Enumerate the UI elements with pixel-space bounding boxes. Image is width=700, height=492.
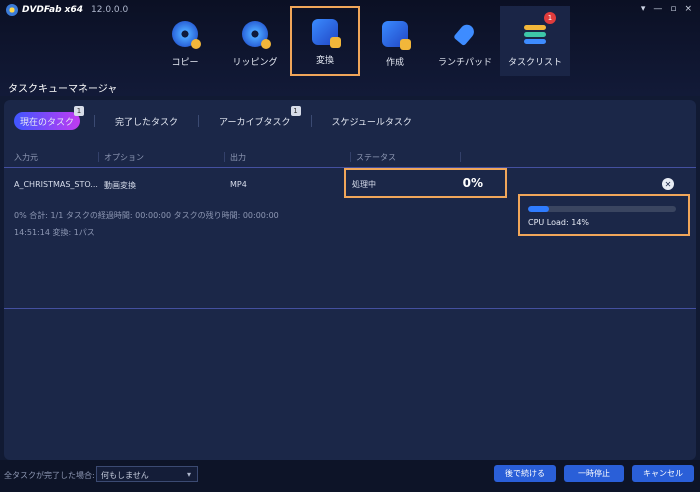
status-percent: 0% bbox=[462, 176, 483, 190]
nav-copy[interactable]: コピー bbox=[150, 6, 220, 76]
tab-archived-tasks[interactable]: アーカイブタスク 1 bbox=[213, 106, 301, 130]
task-log: 14:51:14 変換: 1パス bbox=[14, 228, 95, 237]
tab-scheduled-tasks[interactable]: スケジュールタスク bbox=[326, 112, 418, 130]
nav-convert-label: 変換 bbox=[315, 56, 334, 66]
tab-archived-label: アーカイブタスク bbox=[219, 117, 291, 128]
main-nav: コピー リッピング 変換 作成 ランチパッド 1 タスクリスト bbox=[150, 6, 570, 76]
chevron-down-icon: ▾ bbox=[186, 470, 191, 479]
tasklist-icon bbox=[522, 21, 548, 47]
after-completion-select[interactable]: 何もしません ▾ bbox=[96, 466, 198, 482]
panel-divider bbox=[4, 308, 696, 309]
header-divider bbox=[350, 152, 351, 162]
tab-archived-badge: 1 bbox=[290, 106, 301, 116]
nav-ripping[interactable]: リッピング bbox=[220, 6, 290, 76]
header-divider bbox=[224, 152, 225, 162]
header-status: ステータス bbox=[356, 153, 396, 162]
cpu-load-bar bbox=[528, 206, 676, 212]
app-brand: DVDFab x64 bbox=[22, 5, 84, 15]
disc-rip-icon bbox=[242, 21, 271, 49]
status-text: 処理中 bbox=[352, 180, 376, 189]
task-tabs: 現在のタスク 1 完了したタスク アーカイブタスク 1 スケジュールタスク bbox=[14, 106, 418, 130]
film-create-icon bbox=[382, 21, 411, 50]
maximize-icon[interactable]: ▫ bbox=[670, 4, 676, 14]
cpu-load-label: CPU Load: 14% bbox=[528, 218, 590, 227]
nav-tasklist[interactable]: 1 タスクリスト bbox=[500, 6, 570, 76]
close-window-icon[interactable]: × bbox=[684, 4, 692, 14]
nav-copy-label: コピー bbox=[171, 58, 199, 68]
header-divider bbox=[460, 152, 461, 162]
row-option: 動画変換 bbox=[104, 181, 136, 190]
dropdown-icon[interactable]: ▾ bbox=[641, 4, 646, 14]
tab-current-label: 現在のタスク bbox=[20, 117, 75, 128]
resume-later-button[interactable]: 後で続ける bbox=[494, 465, 556, 482]
film-convert-icon bbox=[312, 19, 341, 48]
app-window: DVDFab x64 12.0.0.0 ▾ — ▫ × コピー リッピング 変換 bbox=[0, 0, 700, 492]
minimize-icon[interactable]: — bbox=[653, 4, 662, 14]
task-summary: 0% 合計: 1/1 タスクの経過時間: 00:00:00 タスクの残り時間: … bbox=[14, 211, 279, 220]
tab-divider bbox=[310, 115, 312, 127]
tab-completed-tasks[interactable]: 完了したタスク bbox=[109, 112, 184, 130]
page-title: タスクキューマネージャ bbox=[8, 84, 118, 95]
tab-divider bbox=[94, 115, 96, 127]
tab-current-tasks[interactable]: 現在のタスク 1 bbox=[14, 106, 85, 130]
status-cell: 処理中 0% bbox=[344, 168, 507, 198]
app-version: 12.0.0.0 bbox=[91, 5, 129, 15]
nav-ripping-label: リッピング bbox=[232, 58, 278, 68]
tab-scheduled-label: スケジュールタスク bbox=[331, 117, 412, 128]
tab-completed-label: 完了したタスク bbox=[115, 117, 179, 128]
row-output: MP4 bbox=[230, 180, 247, 189]
row-source: A_CHRISTMAS_STO... bbox=[14, 180, 98, 189]
nav-tasklist-label: タスクリスト bbox=[507, 58, 562, 68]
header-source: 入力元 bbox=[14, 153, 38, 162]
nav-create-label: 作成 bbox=[385, 58, 404, 68]
app-logo: DVDFab x64 12.0.0.0 bbox=[6, 4, 128, 16]
header-output: 出力 bbox=[230, 153, 246, 162]
top-bar: DVDFab x64 12.0.0.0 ▾ — ▫ × コピー リッピング 変換 bbox=[0, 0, 700, 96]
cpu-load-panel: CPU Load: 14% bbox=[518, 194, 690, 236]
tasklist-badge: 1 bbox=[544, 12, 556, 24]
header-divider bbox=[98, 152, 99, 162]
bottom-bar: 全タスクが完了した場合: 何もしません ▾ 後で続ける 一時停止 キャンセル bbox=[0, 460, 700, 492]
rocket-icon bbox=[452, 21, 478, 47]
dvdfab-logo-icon bbox=[6, 4, 18, 16]
disc-copy-icon bbox=[172, 21, 201, 49]
nav-convert[interactable]: 変換 bbox=[290, 6, 360, 76]
remove-task-button[interactable]: ✕ bbox=[662, 178, 674, 190]
cancel-button[interactable]: キャンセル bbox=[632, 465, 694, 482]
cpu-load-fill bbox=[528, 206, 549, 212]
header-option: オプション bbox=[104, 153, 144, 162]
nav-launchpad-label: ランチパッド bbox=[437, 58, 492, 68]
table-header: 入力元 オプション 出力 ステータス bbox=[4, 148, 696, 168]
after-completion-label: 全タスクが完了した場合: bbox=[4, 471, 95, 480]
tab-divider bbox=[198, 115, 200, 127]
nav-launchpad[interactable]: ランチパッド bbox=[430, 6, 500, 76]
close-icon: ✕ bbox=[664, 179, 672, 189]
window-controls: ▾ — ▫ × bbox=[641, 4, 692, 14]
nav-create[interactable]: 作成 bbox=[360, 6, 430, 76]
task-panel: 現在のタスク 1 完了したタスク アーカイブタスク 1 スケジュールタスク 入力… bbox=[4, 100, 696, 460]
tab-current-badge: 1 bbox=[74, 106, 85, 116]
after-completion-value: 何もしません bbox=[101, 471, 149, 480]
pause-button[interactable]: 一時停止 bbox=[564, 465, 624, 482]
